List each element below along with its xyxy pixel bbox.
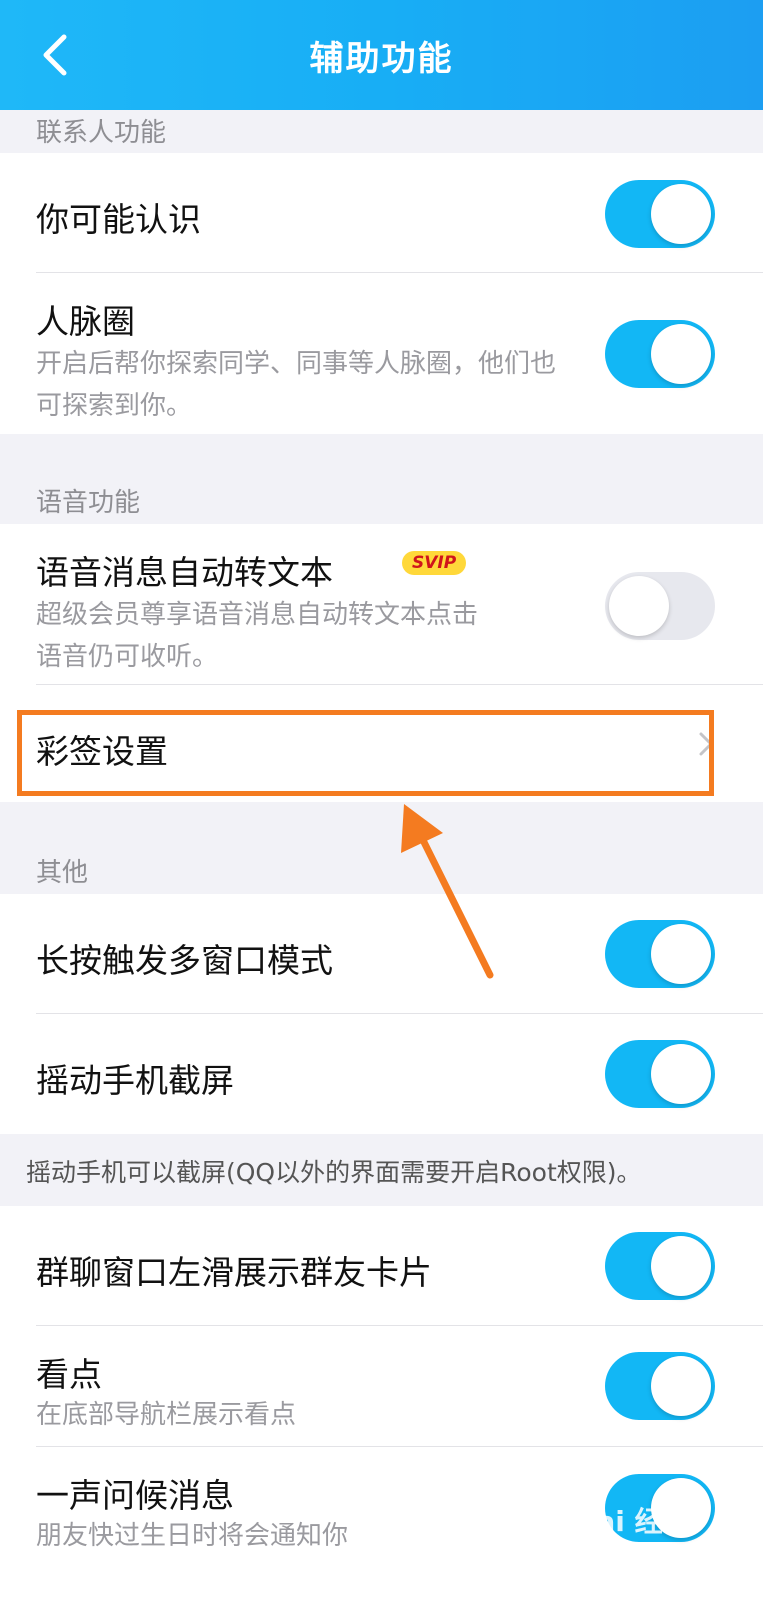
watermark: Bai 经验: [575, 1505, 691, 1538]
annotation-arrow: [401, 804, 494, 979]
